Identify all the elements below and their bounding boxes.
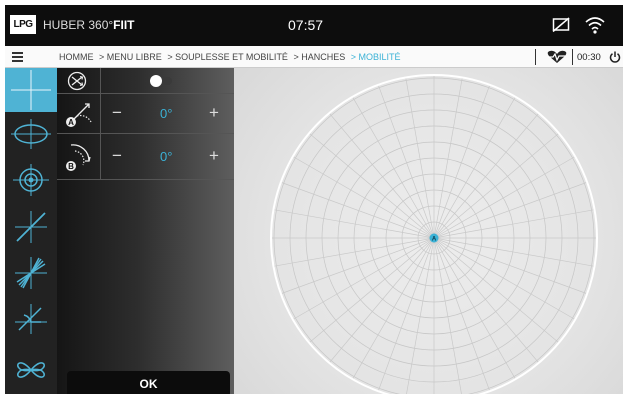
- session-timer: 00:30: [577, 52, 601, 63]
- breadcrumb-item-menu-libre[interactable]: > MENU LIBRE: [99, 52, 162, 62]
- breadcrumb-item-homme[interactable]: HOMME: [59, 52, 94, 62]
- target-icon: [13, 164, 49, 196]
- center-point-label: A: [432, 237, 437, 243]
- ok-button[interactable]: OK: [67, 371, 230, 394]
- control-panel: A − 0° + B − 0° + OK: [57, 68, 234, 394]
- status-bar: LPG HUBER 360°FIIT 07:57: [5, 5, 623, 46]
- icon-cell: A: [57, 94, 101, 133]
- crosshair-tool[interactable]: [5, 68, 57, 112]
- line-tool[interactable]: [5, 205, 57, 249]
- decrement-angle-b-button[interactable]: −: [112, 146, 122, 166]
- marker-b-label: B: [68, 162, 74, 171]
- brand-name: HUBER 360°: [43, 18, 114, 32]
- ellipse-icon: [11, 119, 51, 149]
- angle-icon: [15, 304, 47, 334]
- icon-cell: [57, 68, 101, 93]
- divider: [572, 49, 573, 65]
- angle-a-icon: A: [66, 103, 92, 127]
- fan-tool[interactable]: [5, 251, 57, 295]
- angle-b-icon: B: [66, 144, 91, 171]
- increment-angle-b-button[interactable]: +: [209, 146, 219, 166]
- angle-row-a: A − 0° +: [57, 94, 234, 134]
- clover-icon: [17, 362, 45, 378]
- fan-lines-icon: [15, 257, 47, 289]
- toggle-row: [57, 68, 234, 94]
- device-brand: HUBER 360°FIIT: [43, 18, 135, 32]
- grid-spoke: [433, 237, 462, 394]
- decrement-angle-a-button[interactable]: −: [112, 103, 122, 123]
- power-icon[interactable]: [609, 51, 621, 63]
- brand-model: FIIT: [113, 18, 135, 32]
- clock: 07:57: [288, 17, 324, 33]
- tool-strip: [5, 68, 57, 394]
- angle-b-value: 0°: [160, 149, 173, 164]
- divider: [535, 49, 536, 65]
- breadcrumb-item-souplesse[interactable]: > SOUPLESSE ET MOBILITÉ: [167, 52, 288, 62]
- mode-toggle[interactable]: [150, 75, 174, 87]
- heart-icon[interactable]: [546, 50, 568, 64]
- menu-icon[interactable]: [12, 52, 23, 62]
- screen-off-icon[interactable]: [552, 17, 570, 33]
- breadcrumb: HOMME > MENU LIBRE > SOUPLESSE ET MOBILI…: [59, 52, 404, 62]
- crosshair-icon: [11, 70, 51, 110]
- angle-row-b: B − 0° +: [57, 134, 234, 180]
- polar-grid[interactable]: A: [234, 68, 623, 394]
- diagonal-line-icon: [15, 211, 47, 243]
- random-cross-icon: [67, 71, 87, 91]
- grid-spoke: [406, 237, 435, 394]
- target-tool[interactable]: [5, 158, 57, 202]
- angle-a-value: 0°: [160, 106, 173, 121]
- ellipse-tool[interactable]: [5, 112, 57, 156]
- lpg-logo: LPG: [10, 15, 36, 34]
- angle-tool[interactable]: [5, 296, 57, 340]
- marker-a-label: A: [68, 118, 74, 127]
- petals-tool[interactable]: [5, 348, 57, 392]
- target-area[interactable]: A: [234, 68, 623, 394]
- app-screen: LPG HUBER 360°FIIT 07:57 HOMME > MENU LI…: [5, 5, 623, 394]
- wifi-icon: [585, 17, 605, 34]
- increment-angle-a-button[interactable]: +: [209, 103, 219, 123]
- icon-cell: B: [57, 134, 101, 179]
- breadcrumb-item-hanches[interactable]: > HANCHES: [293, 52, 345, 62]
- navigation-bar: HOMME > MENU LIBRE > SOUPLESSE ET MOBILI…: [5, 46, 623, 68]
- breadcrumb-item-mobilite: > MOBILITÉ: [350, 52, 401, 62]
